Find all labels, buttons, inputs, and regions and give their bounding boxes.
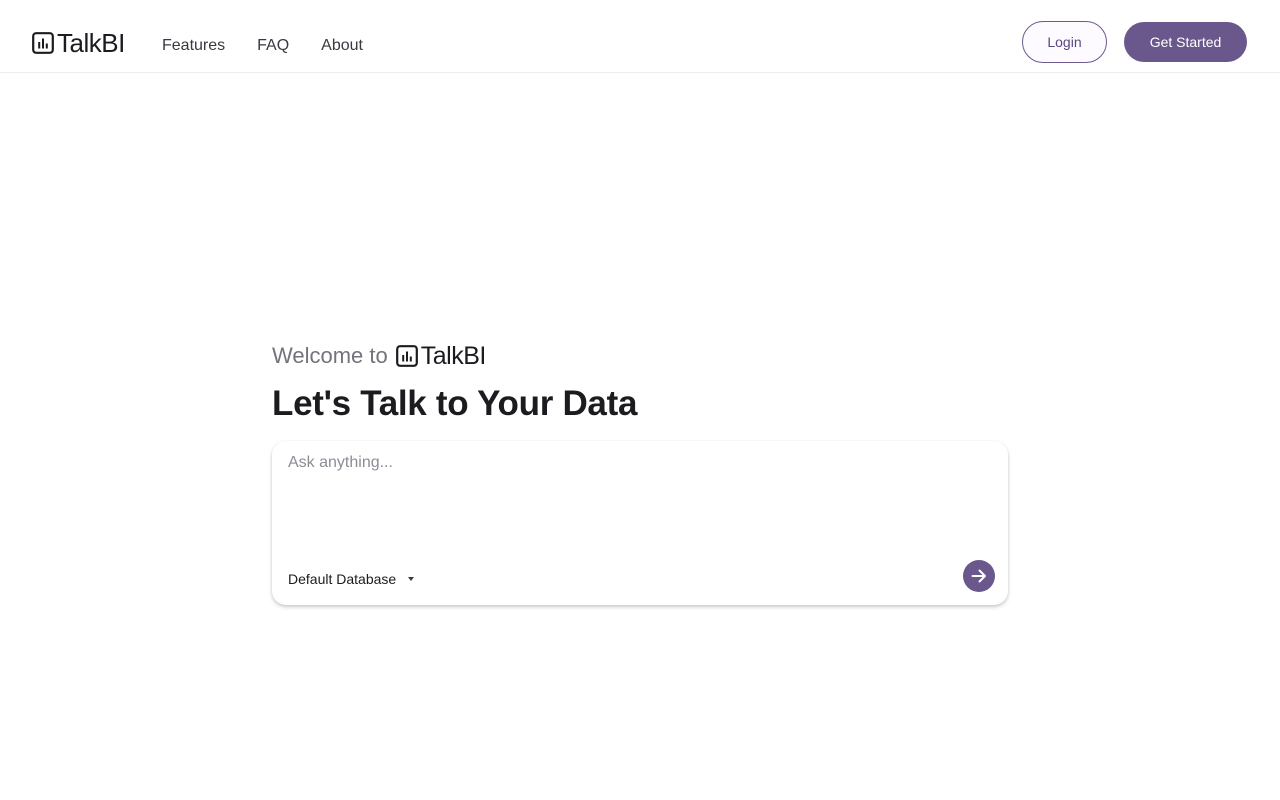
- nav-link-about[interactable]: About: [321, 34, 363, 58]
- brand-name: TalkBI: [57, 28, 125, 58]
- welcome-brand-logo: TalkBI: [395, 341, 487, 371]
- prompt-input[interactable]: [288, 451, 988, 541]
- caret-down-icon: [408, 577, 415, 581]
- database-select[interactable]: Default Database: [288, 569, 415, 589]
- get-started-button[interactable]: Get Started: [1124, 22, 1247, 62]
- bar-chart-box-icon: [32, 32, 54, 54]
- welcome-line: Welcome to TalkBI: [272, 340, 486, 372]
- page-title: Let's Talk to Your Data: [272, 384, 638, 423]
- nav-link-features[interactable]: Features: [162, 34, 225, 58]
- login-button[interactable]: Login: [1022, 21, 1107, 63]
- brand-logo-link[interactable]: TalkBI: [32, 28, 125, 58]
- welcome-text: Welcome to: [272, 343, 388, 368]
- bar-chart-box-icon: [395, 345, 418, 367]
- nav-link-faq[interactable]: FAQ: [257, 34, 289, 58]
- arrow-right-icon: [971, 569, 986, 583]
- database-select-label: Default Database: [288, 571, 397, 587]
- top-navbar: TalkBI Features FAQ About Login Get Star…: [0, 0, 1280, 73]
- main-nav: Features FAQ About: [162, 34, 363, 58]
- prompt-card: Default Database: [272, 441, 1008, 605]
- send-button[interactable]: [963, 560, 995, 592]
- welcome-brand-name: TalkBI: [420, 342, 487, 370]
